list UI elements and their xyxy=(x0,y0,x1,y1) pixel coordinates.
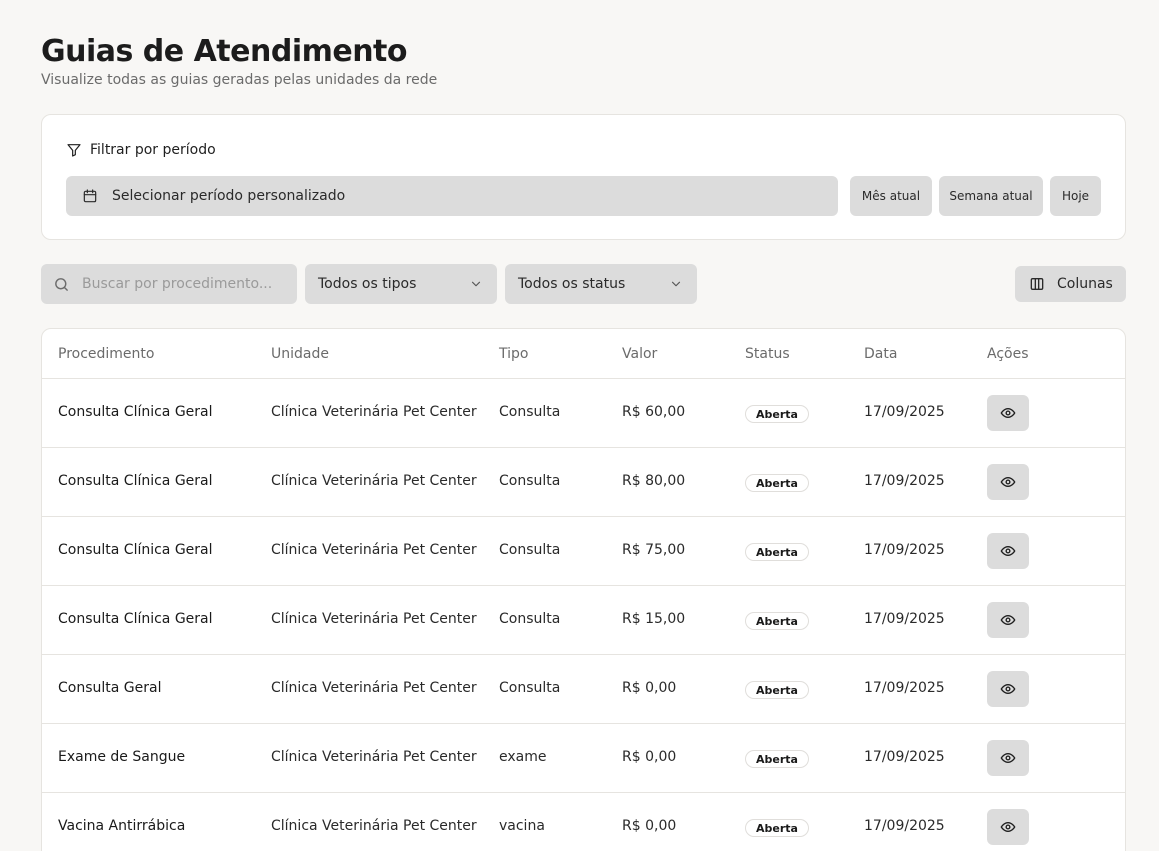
column-header-data[interactable]: Data xyxy=(864,346,897,362)
cell-unidade: Clínica Veterinária Pet Center xyxy=(271,818,477,834)
column-header-status[interactable]: Status xyxy=(745,346,790,362)
table-row: Vacina Antirrábica Clínica Veterinária P… xyxy=(42,793,1125,851)
status-select[interactable]: Todos os status xyxy=(505,264,697,304)
cell-valor: R$ 0,00 xyxy=(622,680,677,696)
eye-icon xyxy=(1000,405,1016,421)
status-badge: Aberta xyxy=(745,474,809,492)
cell-tipo: Consulta xyxy=(499,680,561,696)
table-header: Procedimento Unidade Tipo Valor Status D… xyxy=(42,329,1125,379)
table-body: Consulta Clínica Geral Clínica Veterinár… xyxy=(42,379,1125,851)
view-button[interactable] xyxy=(987,395,1029,431)
cell-data: 17/09/2025 xyxy=(864,680,945,696)
cell-unidade: Clínica Veterinária Pet Center xyxy=(271,542,477,558)
cell-procedimento: Consulta Clínica Geral xyxy=(58,611,213,627)
eye-icon xyxy=(1000,750,1016,766)
eye-icon xyxy=(1000,681,1016,697)
cell-tipo: Consulta xyxy=(499,473,561,489)
view-button[interactable] xyxy=(987,740,1029,776)
chevron-down-icon xyxy=(669,277,683,291)
cell-unidade: Clínica Veterinária Pet Center xyxy=(271,749,477,765)
cell-tipo: exame xyxy=(499,749,547,765)
table-row: Consulta Clínica Geral Clínica Veterinár… xyxy=(42,448,1125,517)
filter-heading-label: Filtrar por período xyxy=(90,142,216,158)
cell-valor: R$ 80,00 xyxy=(622,473,686,489)
filter-icon xyxy=(66,142,82,158)
custom-period-label: Selecionar período personalizado xyxy=(112,188,346,204)
cell-unidade: Clínica Veterinária Pet Center xyxy=(271,680,477,696)
table-row: Consulta Clínica Geral Clínica Veterinár… xyxy=(42,586,1125,655)
cell-unidade: Clínica Veterinária Pet Center xyxy=(271,404,477,420)
status-badge: Aberta xyxy=(745,543,809,561)
view-button[interactable] xyxy=(987,464,1029,500)
status-badge: Aberta xyxy=(745,750,809,768)
period-filter-card: Filtrar por período Selecionar período p… xyxy=(41,114,1126,240)
cell-procedimento: Consulta Clínica Geral xyxy=(58,473,213,489)
search-input[interactable] xyxy=(82,276,272,292)
column-header-valor[interactable]: Valor xyxy=(622,346,657,362)
filter-heading: Filtrar por período xyxy=(66,141,216,159)
cell-data: 17/09/2025 xyxy=(864,818,945,834)
page: Guias de Atendimento Visualize todas as … xyxy=(0,0,1159,851)
cell-unidade: Clínica Veterinária Pet Center xyxy=(271,473,477,489)
column-header-unidade[interactable]: Unidade xyxy=(271,346,329,362)
column-header-acoes: Ações xyxy=(987,346,1029,362)
view-button[interactable] xyxy=(987,809,1029,845)
columns-button-label: Colunas xyxy=(1057,276,1113,292)
eye-icon xyxy=(1000,474,1016,490)
cell-procedimento: Vacina Antirrábica xyxy=(58,818,186,834)
guides-table: Procedimento Unidade Tipo Valor Status D… xyxy=(41,328,1126,851)
current-week-button[interactable]: Semana atual xyxy=(939,176,1043,216)
table-row: Consulta Clínica Geral Clínica Veterinár… xyxy=(42,517,1125,586)
status-badge: Aberta xyxy=(745,681,809,699)
cell-tipo: Consulta xyxy=(499,404,561,420)
today-button[interactable]: Hoje xyxy=(1050,176,1101,216)
view-button[interactable] xyxy=(987,533,1029,569)
page-subtitle: Visualize todas as guias geradas pelas u… xyxy=(41,72,438,88)
type-select-value: Todos os tipos xyxy=(318,276,417,292)
status-badge: Aberta xyxy=(745,819,809,837)
columns-button[interactable]: Colunas xyxy=(1015,266,1126,302)
view-button[interactable] xyxy=(987,671,1029,707)
eye-icon xyxy=(1000,819,1016,835)
table-row: Exame de Sangue Clínica Veterinária Pet … xyxy=(42,724,1125,793)
cell-procedimento: Exame de Sangue xyxy=(58,749,186,765)
type-select[interactable]: Todos os tipos xyxy=(305,264,497,304)
cell-data: 17/09/2025 xyxy=(864,749,945,765)
cell-valor: R$ 15,00 xyxy=(622,611,686,627)
status-badge: Aberta xyxy=(745,612,809,630)
cell-data: 17/09/2025 xyxy=(864,542,945,558)
cell-data: 17/09/2025 xyxy=(864,611,945,627)
cell-procedimento: Consulta Geral xyxy=(58,680,162,696)
status-badge: Aberta xyxy=(745,405,809,423)
cell-procedimento: Consulta Clínica Geral xyxy=(58,404,213,420)
chevron-down-icon xyxy=(469,277,483,291)
column-header-procedimento[interactable]: Procedimento xyxy=(58,346,154,362)
custom-period-picker[interactable]: Selecionar período personalizado xyxy=(66,176,838,216)
cell-valor: R$ 75,00 xyxy=(622,542,686,558)
cell-data: 17/09/2025 xyxy=(864,404,945,420)
page-title: Guias de Atendimento xyxy=(41,34,408,69)
view-button[interactable] xyxy=(987,602,1029,638)
current-month-button[interactable]: Mês atual xyxy=(850,176,932,216)
table-row: Consulta Clínica Geral Clínica Veterinár… xyxy=(42,379,1125,448)
cell-valor: R$ 60,00 xyxy=(622,404,686,420)
eye-icon xyxy=(1000,612,1016,628)
cell-procedimento: Consulta Clínica Geral xyxy=(58,542,213,558)
cell-tipo: Consulta xyxy=(499,542,561,558)
eye-icon xyxy=(1000,543,1016,559)
column-header-tipo[interactable]: Tipo xyxy=(499,346,528,362)
cell-data: 17/09/2025 xyxy=(864,473,945,489)
search-icon xyxy=(53,276,70,293)
columns-icon xyxy=(1029,276,1045,292)
status-select-value: Todos os status xyxy=(518,276,626,292)
cell-unidade: Clínica Veterinária Pet Center xyxy=(271,611,477,627)
cell-tipo: Consulta xyxy=(499,611,561,627)
cell-valor: R$ 0,00 xyxy=(622,749,677,765)
table-row: Consulta Geral Clínica Veterinária Pet C… xyxy=(42,655,1125,724)
cell-tipo: vacina xyxy=(499,818,545,834)
cell-valor: R$ 0,00 xyxy=(622,818,677,834)
calendar-icon xyxy=(82,188,98,204)
search-box[interactable] xyxy=(41,264,297,304)
